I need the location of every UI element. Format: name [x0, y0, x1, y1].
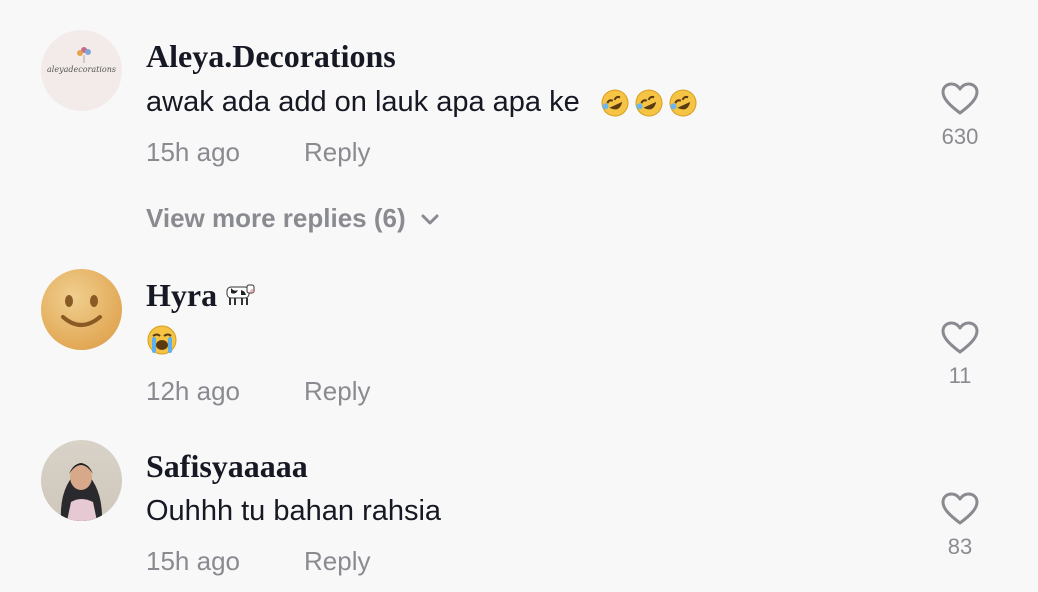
comment-username[interactable]: Safisyaaaaa [146, 448, 308, 485]
heart-icon[interactable] [941, 321, 979, 355]
comment-text-body: awak ada add on lauk apa apa ke [146, 86, 580, 118]
cow-icon [226, 284, 255, 305]
comment-text: Ouhhh tu bahan rahsia [146, 495, 442, 527]
like-button[interactable]: 630 [930, 82, 990, 150]
view-more-replies-button[interactable]: View more replies (6) [146, 203, 440, 234]
chevron-down-icon [421, 214, 439, 224]
comment-text: awak ada add on lauk apa apa ke [146, 86, 698, 119]
heart-icon[interactable] [941, 82, 979, 116]
smiley-potato-icon [61, 295, 102, 327]
profile-photo-icon [60, 463, 103, 521]
loudly-crying-face-icon [147, 325, 177, 355]
like-button[interactable]: 11 [930, 321, 990, 389]
comment-username[interactable]: Aleya.Decorations [146, 38, 396, 75]
comment-timestamp: 15h ago [146, 137, 240, 167]
comment-timestamp: 15h ago [146, 546, 240, 576]
avatar-logo-text: aleyadecorations [47, 65, 116, 74]
avatar[interactable] [41, 440, 122, 521]
avatar[interactable]: aleyadecorations [41, 30, 122, 111]
view-more-replies-label: View more replies (6) [146, 203, 406, 233]
rolling-on-floor-laughing-icon [669, 89, 697, 117]
comment-username[interactable]: Hyra [146, 277, 257, 314]
comment-timestamp: 12h ago [146, 376, 240, 406]
reply-button[interactable]: Reply [304, 376, 370, 407]
like-count: 83 [947, 534, 973, 559]
reply-button[interactable]: Reply [304, 546, 370, 577]
rolling-on-floor-laughing-icon [635, 89, 663, 117]
heart-icon[interactable] [941, 492, 979, 526]
rolling-on-floor-laughing-icon [601, 89, 629, 117]
comment-text [146, 323, 178, 356]
avatar[interactable] [41, 269, 122, 350]
comment-username-text: Hyra [146, 277, 218, 313]
reply-button[interactable]: Reply [304, 137, 370, 168]
like-count: 630 [941, 124, 979, 149]
like-count: 11 [948, 363, 972, 388]
like-button[interactable]: 83 [930, 492, 990, 560]
